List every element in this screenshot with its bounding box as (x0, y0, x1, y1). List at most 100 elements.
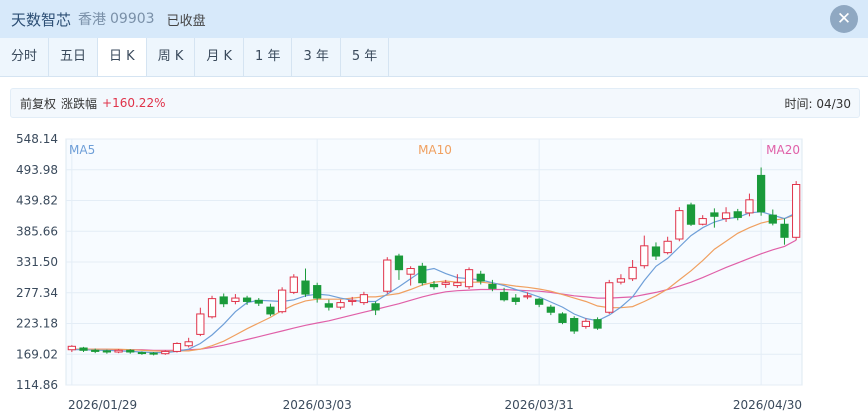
candle-down (126, 349, 135, 353)
candle-up (792, 184, 801, 238)
y-tick-label: 548.14 (16, 132, 58, 146)
candle-down (324, 303, 333, 308)
tab-intraday[interactable]: 分时 (0, 38, 50, 76)
x-tick-label: 2026/04/30 (733, 398, 802, 412)
candle-down (651, 246, 661, 257)
tab-one-year[interactable]: 1 年 (244, 38, 293, 76)
candle-down (313, 285, 322, 299)
candle-up (196, 313, 205, 335)
candle-down (780, 223, 789, 238)
candle-down (488, 283, 497, 289)
candle-up (640, 245, 649, 267)
x-tick-label: 2026/01/29 (68, 398, 137, 412)
candle-down (102, 350, 112, 353)
candle-down (79, 347, 88, 351)
candle-down (511, 297, 520, 302)
candle-up (383, 259, 392, 292)
candle-up (605, 282, 614, 313)
change-value: +160.22% (102, 96, 166, 110)
candle-down (242, 297, 252, 302)
candle-up (453, 282, 462, 287)
period-tabs: 分时 五日 日 K 周 K 月 K 1 年 3 年 5 年 (0, 38, 868, 77)
legend-ma20: MA20 (766, 143, 800, 157)
candle-up (336, 302, 345, 308)
candle-up (289, 276, 298, 293)
candle-up (114, 349, 123, 353)
candle-down (476, 273, 485, 282)
candle-down (768, 214, 777, 224)
tab-five-year[interactable]: 5 年 (341, 38, 390, 76)
stock-header: 天数智芯 香港 09903 已收盘 ✕ (0, 0, 868, 38)
candle-down (266, 306, 275, 315)
candle-up (184, 341, 193, 347)
candle-up (161, 350, 170, 355)
time-label: 时间: 04/30 (784, 96, 851, 111)
candle-down (394, 255, 404, 271)
y-tick-label: 223.18 (16, 317, 58, 331)
candle-down (429, 283, 439, 288)
candle-down (219, 296, 228, 305)
y-tick-label: 385.66 (16, 224, 58, 238)
candle-up (745, 199, 754, 214)
candle-up (721, 212, 731, 220)
stock-name: 天数智芯 (11, 10, 72, 29)
candle-up (359, 294, 369, 304)
candle-up (628, 266, 637, 280)
close-button[interactable]: ✕ (830, 5, 858, 33)
candle-down (91, 349, 100, 352)
candle-down (149, 352, 158, 355)
market-status: 已收盘 (166, 13, 206, 29)
tab-monthly-k[interactable]: 月 K (195, 38, 245, 76)
candle-up (464, 269, 474, 288)
candle-up (616, 278, 626, 283)
candle-up (348, 299, 357, 302)
candle-up (406, 268, 415, 275)
y-tick-label: 114.86 (16, 378, 58, 392)
candle-up (231, 297, 240, 302)
y-tick-label: 493.98 (16, 163, 58, 177)
tab-three-year[interactable]: 3 年 (292, 38, 341, 76)
market-label: 香港 (78, 12, 107, 28)
candle-down (756, 174, 766, 213)
legend-ma10: MA10 (418, 143, 452, 157)
candle-up (581, 320, 590, 327)
stock-code: 09903 (110, 11, 155, 27)
y-tick-label: 439.82 (16, 194, 58, 208)
candle-down (686, 204, 696, 225)
candle-up (67, 345, 76, 351)
x-tick-label: 2026/03/03 (283, 398, 352, 412)
adjustment-label[interactable]: 前复权 (20, 95, 56, 112)
candle-down (418, 265, 427, 284)
candle-down (254, 299, 263, 304)
candle-down (371, 303, 380, 311)
candle-down (546, 306, 555, 313)
candle-up (698, 218, 707, 225)
candle-down (301, 280, 310, 295)
tab-weekly-k[interactable]: 周 K (147, 38, 196, 76)
y-tick-label: 331.50 (16, 255, 58, 269)
candle-down (593, 319, 602, 329)
chart-info-bar: 前复权 涨跌幅 +160.22% 时间: 04/30 (10, 88, 860, 118)
candle-up (207, 298, 217, 318)
candle-down (570, 317, 579, 332)
tab-five-day[interactable]: 五日 (49, 38, 99, 76)
candle-down (535, 298, 544, 305)
candle-up (663, 240, 672, 254)
candle-up (172, 342, 182, 352)
tab-daily-k[interactable]: 日 K (98, 38, 147, 76)
legend-ma5: MA5 (69, 143, 95, 157)
candle-down (733, 211, 742, 218)
candle-down (499, 291, 509, 301)
candle-up (278, 289, 287, 313)
candle-up (441, 282, 450, 285)
y-tick-label: 277.34 (16, 286, 58, 300)
x-tick-label: 2026/03/31 (505, 398, 574, 412)
close-icon: ✕ (836, 9, 852, 29)
candle-down (137, 352, 147, 355)
candle-down (710, 212, 719, 217)
y-tick-label: 169.02 (16, 347, 58, 361)
candle-down (558, 313, 567, 323)
kline-chart[interactable]: 548.14 493.98 439.82 385.66 331.50 277.34 223.… (0, 130, 868, 413)
candle-up (675, 210, 684, 240)
change-label: 涨跌幅 (61, 96, 98, 111)
